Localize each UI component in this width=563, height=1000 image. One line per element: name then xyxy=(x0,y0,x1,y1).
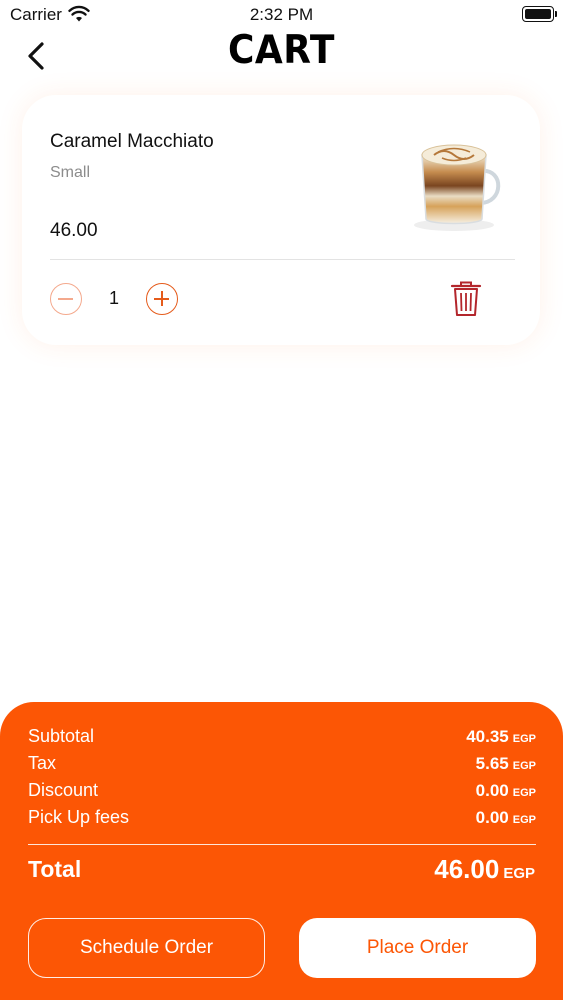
status-bar: Carrier 2:32 PM xyxy=(0,0,563,30)
summary-value: 40.35 EGP xyxy=(466,727,536,746)
total-label: Total xyxy=(28,856,82,882)
summary-row-tax: Tax 5.65 EGP xyxy=(28,753,536,780)
item-name: Caramel Macchiato xyxy=(50,131,214,152)
increase-quantity-button[interactable] xyxy=(146,283,178,315)
clock: 2:32 PM xyxy=(249,5,314,24)
schedule-order-button[interactable]: Schedule Order xyxy=(28,918,265,978)
summary-label: Tax xyxy=(28,753,57,773)
decrease-quantity-button[interactable] xyxy=(50,283,82,315)
summary-row-subtotal: Subtotal 40.35 EGP xyxy=(28,726,536,753)
summary-label: Discount xyxy=(28,780,99,800)
caramel-macchiato-cup-image xyxy=(414,144,501,231)
trash-icon xyxy=(450,281,482,316)
summary-value: 5.65 EGP xyxy=(475,754,536,773)
cart-item-card: Caramel Macchiato Small 46.00 1 xyxy=(22,95,540,345)
summary-row-discount: Discount 0.00 EGP xyxy=(28,780,536,807)
summary-row-pickup-fees: Pick Up fees 0.00 EGP xyxy=(28,807,536,834)
card-divider xyxy=(50,259,515,260)
delete-item-button[interactable] xyxy=(450,281,482,317)
summary-label: Pick Up fees xyxy=(28,807,130,827)
battery-icon xyxy=(522,6,557,22)
place-order-button[interactable]: Place Order xyxy=(299,918,536,978)
summary-divider xyxy=(28,844,536,845)
page-title: CART xyxy=(228,28,335,73)
item-price: 46.00 xyxy=(50,220,98,241)
item-size: Small xyxy=(50,164,91,181)
quantity-value: 1 xyxy=(108,288,119,308)
summary-value: 0.00 EGP xyxy=(475,781,536,800)
total-value: 46.00 EGP xyxy=(434,854,535,884)
order-summary-panel: Subtotal 40.35 EGP Tax 5.65 EGP Discount 0… xyxy=(0,702,563,1000)
summary-label: Subtotal xyxy=(28,726,95,746)
summary-value: 0.00 EGP xyxy=(475,808,536,827)
